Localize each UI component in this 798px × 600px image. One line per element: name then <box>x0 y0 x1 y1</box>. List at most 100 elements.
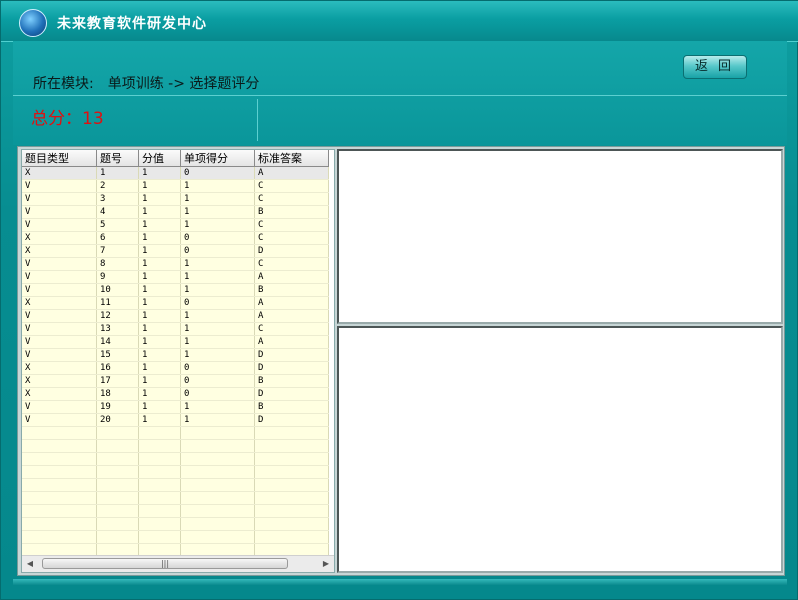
cell-value: 1 <box>138 166 181 180</box>
table-row[interactable]: X 17 1 0 B <box>22 374 329 388</box>
cell-number: 10 <box>96 283 139 297</box>
cell-number: 5 <box>96 218 139 232</box>
cell-type: V <box>22 270 97 284</box>
cell-empty <box>96 491 139 505</box>
cell-score: 1 <box>180 283 255 297</box>
cell-empty <box>180 426 255 440</box>
cell-type: V <box>22 348 97 362</box>
cell-answer: D <box>254 387 329 401</box>
cell-type: V <box>22 257 97 271</box>
cell-type: V <box>22 400 97 414</box>
cell-value: 1 <box>138 205 181 219</box>
cell-empty <box>138 439 181 453</box>
cell-score: 1 <box>180 205 255 219</box>
cell-type: V <box>22 179 97 193</box>
cell-number: 16 <box>96 361 139 375</box>
app-title: 未来教育软件研发中心 <box>57 16 207 32</box>
cell-answer: D <box>254 361 329 375</box>
table-row[interactable]: V 20 1 1 D <box>22 413 329 427</box>
cell-value: 1 <box>138 244 181 258</box>
column-header-type[interactable]: 题目类型 <box>22 150 97 167</box>
cell-score: 0 <box>180 231 255 245</box>
cell-value: 1 <box>138 374 181 388</box>
table-row[interactable]: V 10 1 1 B <box>22 283 329 297</box>
cell-number: 17 <box>96 374 139 388</box>
table-row[interactable]: V311C <box>22 192 329 206</box>
table-row-empty <box>22 530 329 544</box>
column-header-answer[interactable]: 标准答案 <box>254 150 329 167</box>
cell-type: V <box>22 218 97 232</box>
scroll-left-icon[interactable]: ◀ <box>22 556 38 572</box>
cell-type: V <box>22 283 97 297</box>
title-bar: 未来教育软件研发中心 <box>1 1 798 42</box>
cell-answer: B <box>254 283 329 297</box>
cell-empty <box>138 465 181 479</box>
cell-value: 1 <box>138 257 181 271</box>
table-row[interactable]: X610C <box>22 231 329 245</box>
cell-score: 1 <box>180 335 255 349</box>
cell-score: 0 <box>180 387 255 401</box>
cell-number: 18 <box>96 387 139 401</box>
table-row[interactable]: V811C <box>22 257 329 271</box>
cell-answer: D <box>254 244 329 258</box>
table-row-empty <box>22 465 329 479</box>
cell-value: 1 <box>138 322 181 336</box>
table-row[interactable]: V 14 1 1 A <box>22 335 329 349</box>
cell-answer: A <box>254 166 329 180</box>
results-grid-panel[interactable]: 题目类型 题号 分值 单项得分 标准答案 X110AV211CV311CV411… <box>21 149 335 573</box>
cell-empty <box>254 491 329 505</box>
module-path: 单项训练 -> 选择题评分 <box>107 76 260 92</box>
column-header-value[interactable]: 分值 <box>138 150 181 167</box>
scroll-thumb[interactable]: ||| <box>42 558 288 569</box>
horizontal-scrollbar[interactable]: ◀ ||| ▶ <box>22 555 334 572</box>
cell-value: 1 <box>138 348 181 362</box>
column-header-score[interactable]: 单项得分 <box>180 150 255 167</box>
back-button[interactable]: 返回 <box>683 55 747 79</box>
cell-answer: C <box>254 192 329 206</box>
results-grid[interactable]: 题目类型 题号 分值 单项得分 标准答案 X110AV211CV311CV411… <box>22 150 329 557</box>
cell-number: 7 <box>96 244 139 258</box>
table-row[interactable]: X 18 1 0 D <box>22 387 329 401</box>
table-row[interactable]: V 12 1 1 A <box>22 309 329 323</box>
cell-score: 1 <box>180 270 255 284</box>
cell-type: X <box>22 296 97 310</box>
table-row[interactable]: X110A <box>22 166 329 180</box>
cell-empty <box>22 517 97 531</box>
app-window: 未来教育软件研发中心 所在模块: 单项训练 -> 选择题评分 返回 总分：13 题… <box>0 0 798 600</box>
logo-icon <box>19 9 47 37</box>
cell-type: X <box>22 231 97 245</box>
cell-answer: B <box>254 205 329 219</box>
table-row[interactable]: V511C <box>22 218 329 232</box>
cell-empty <box>138 504 181 518</box>
cell-answer: A <box>254 270 329 284</box>
table-row[interactable]: V 19 1 1 B <box>22 400 329 414</box>
table-row[interactable]: X710D <box>22 244 329 258</box>
header-band <box>13 41 787 145</box>
cell-type: V <box>22 413 97 427</box>
table-row[interactable]: V 15 1 1 D <box>22 348 329 362</box>
table-row[interactable]: V411B <box>22 205 329 219</box>
cell-empty <box>138 530 181 544</box>
cell-empty <box>22 530 97 544</box>
cell-empty <box>254 452 329 466</box>
cell-score: 1 <box>180 218 255 232</box>
cell-answer: C <box>254 218 329 232</box>
cell-score: 0 <box>180 374 255 388</box>
cell-score: 1 <box>180 179 255 193</box>
cell-value: 1 <box>138 192 181 206</box>
scroll-right-icon[interactable]: ▶ <box>318 556 334 572</box>
table-row[interactable]: V911A <box>22 270 329 284</box>
table-row[interactable]: X 16 1 0 D <box>22 361 329 375</box>
cell-value: 1 <box>138 400 181 414</box>
table-row[interactable]: V 13 1 1 C <box>22 322 329 336</box>
cell-empty <box>180 465 255 479</box>
cell-empty <box>22 439 97 453</box>
column-header-number[interactable]: 题号 <box>96 150 139 167</box>
grid-header-row: 题目类型 题号 分值 单项得分 标准答案 <box>22 150 329 167</box>
cell-empty <box>254 517 329 531</box>
table-row[interactable]: X 11 1 0 A <box>22 296 329 310</box>
cell-answer: C <box>254 231 329 245</box>
cell-empty <box>254 530 329 544</box>
table-row[interactable]: V211C <box>22 179 329 193</box>
header-divider <box>13 95 787 96</box>
